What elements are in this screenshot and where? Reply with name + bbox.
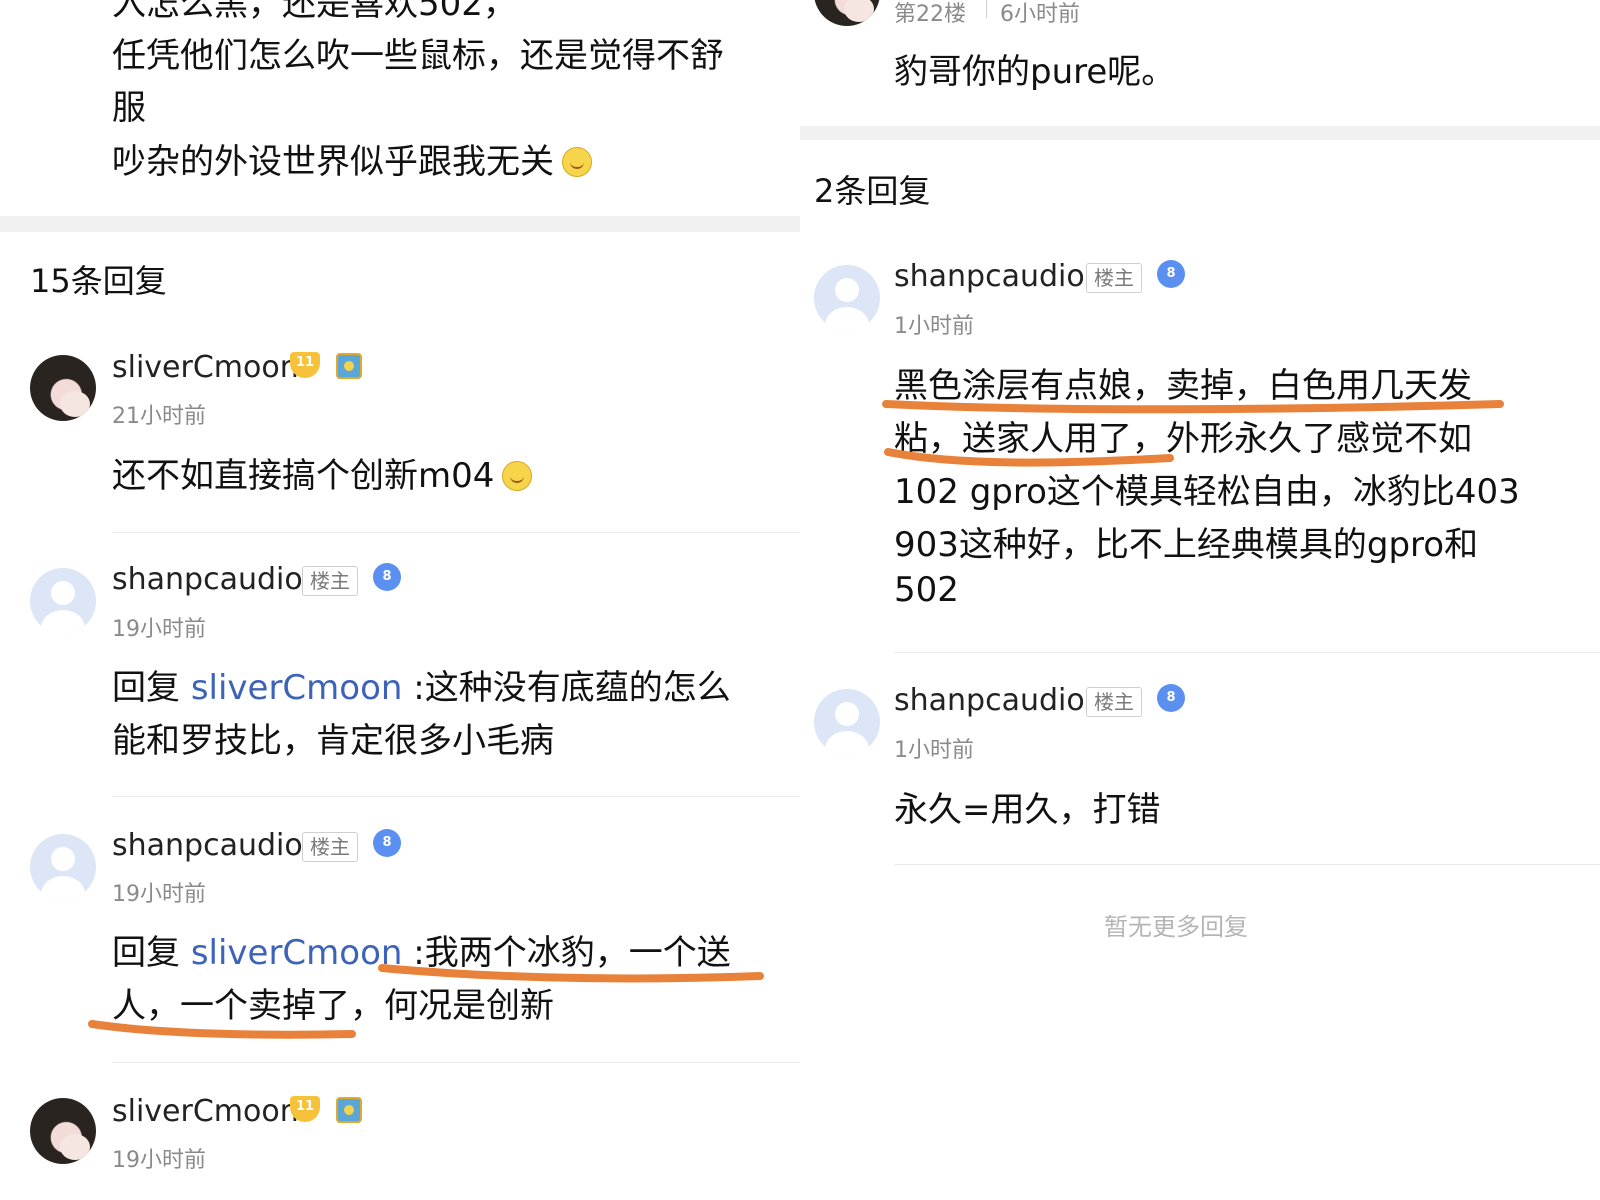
timestamp: 21小时前 xyxy=(112,404,206,429)
user-avatar[interactable] xyxy=(30,355,96,421)
timestamp: 6小时前 xyxy=(1000,2,1080,27)
op-tag: 楼主 xyxy=(1086,687,1142,717)
default-avatar-icon[interactable] xyxy=(814,689,880,755)
op-tag: 楼主 xyxy=(302,566,358,596)
reply-text-line: 黑色涂层有点娘，卖掉，白色用几天发 xyxy=(894,366,1472,406)
meta-separator xyxy=(986,0,987,18)
default-avatar-icon[interactable] xyxy=(30,834,96,900)
sun-badge-icon xyxy=(336,353,362,379)
gold-level-badge-icon: 11 xyxy=(290,352,320,378)
blue-level-badge-icon: 8 xyxy=(373,829,401,857)
mention-link[interactable]: sliverCmoon xyxy=(191,668,403,708)
op-tag: 楼主 xyxy=(302,832,358,862)
floor-number: 第22楼 xyxy=(894,2,966,27)
username[interactable]: sliverCmoon xyxy=(112,1094,299,1129)
blue-level-badge-icon: 8 xyxy=(373,563,401,591)
default-avatar-icon[interactable] xyxy=(30,568,96,634)
reply-text-line: 人，一个卖掉了，何况是创新 xyxy=(112,986,554,1026)
divider xyxy=(894,652,1600,653)
divider xyxy=(894,864,1600,865)
default-avatar-icon[interactable] xyxy=(814,265,880,331)
op-tag: 楼主 xyxy=(1086,263,1142,293)
post-text-line: 吵杂的外设世界似乎跟我无关 xyxy=(112,134,592,183)
reply-text-line: 能和罗技比，肯定很多小毛病 xyxy=(112,721,554,761)
divider xyxy=(112,532,800,533)
reply-prefix: 回复 xyxy=(112,933,180,973)
username[interactable]: sliverCmoon xyxy=(112,350,299,385)
left-thread-panel: 入怎么黑，还是喜欢502， 任凭他们怎么吹一些鼠标，还是觉得不舒 服 吵杂的外设… xyxy=(0,0,800,1200)
username[interactable]: shanpcaudio xyxy=(112,562,303,597)
no-more-replies: 暂无更多回复 xyxy=(1104,913,1248,941)
reply-text: 还不如直接搞个创新m04 xyxy=(112,448,533,497)
reply-text: 永久=用久，打错 xyxy=(894,790,1161,830)
section-separator xyxy=(800,126,1600,140)
reply-count: 2条回复 xyxy=(814,172,931,210)
section-separator xyxy=(0,216,800,232)
user-avatar[interactable] xyxy=(30,1098,96,1164)
username[interactable]: shanpcaudio xyxy=(894,259,1085,294)
post-text-line: 任凭他们怎么吹一些鼠标，还是觉得不舒 xyxy=(112,36,724,76)
post-text: 豹哥你的pure呢。 xyxy=(894,52,1176,92)
reply-text-content: :这种没有底蕴的怎么 xyxy=(413,668,731,708)
timestamp: 19小时前 xyxy=(112,1148,206,1173)
username[interactable]: shanpcaudio xyxy=(112,828,303,863)
reply-count: 15条回复 xyxy=(30,262,167,300)
sun-badge-icon xyxy=(336,1097,362,1123)
divider xyxy=(112,1062,800,1063)
smile-emoji-icon xyxy=(562,147,592,177)
blue-level-badge-icon: 8 xyxy=(1157,684,1185,712)
reply-text-line: 回复 sliverCmoon :这种没有底蕴的怎么 xyxy=(112,660,731,709)
reply-text-line: 102 gpro这个模具轻松自由，冰豹比403 xyxy=(894,472,1520,512)
reply-text-content: 还不如直接搞个创新m04 xyxy=(112,456,495,496)
gold-level-badge-icon: 11 xyxy=(290,1096,320,1122)
reply-text-line: 粘，送家人用了，外形永久了感觉不如 xyxy=(894,419,1472,459)
timestamp: 19小时前 xyxy=(112,882,206,907)
reply-text-line: 903这种好，比不上经典模具的gpro和 xyxy=(894,525,1479,565)
right-thread-panel: 第22楼 6小时前 豹哥你的pure呢。 2条回复 shanpcaudio 楼主… xyxy=(800,0,1600,1200)
user-avatar[interactable] xyxy=(814,0,880,26)
timestamp: 1小时前 xyxy=(894,314,974,339)
reply-prefix: 回复 xyxy=(112,668,180,708)
reply-text-line: 回复 sliverCmoon :我两个冰豹，一个送 xyxy=(112,925,731,974)
username[interactable]: shanpcaudio xyxy=(894,683,1085,718)
post-text-line: 服 xyxy=(112,88,146,128)
smile-emoji-icon xyxy=(502,461,533,491)
timestamp: 19小时前 xyxy=(112,617,206,642)
reply-text-line: 502 xyxy=(894,570,959,610)
timestamp: 1小时前 xyxy=(894,738,974,763)
post-text-line: 入怎么黑，还是喜欢502， xyxy=(112,0,517,24)
post-text: 吵杂的外设世界似乎跟我无关 xyxy=(112,142,554,182)
blue-level-badge-icon: 8 xyxy=(1157,260,1185,288)
reply-text-content: :我两个冰豹，一个送 xyxy=(413,933,731,973)
divider xyxy=(112,796,800,797)
mention-link[interactable]: sliverCmoon xyxy=(191,933,403,973)
